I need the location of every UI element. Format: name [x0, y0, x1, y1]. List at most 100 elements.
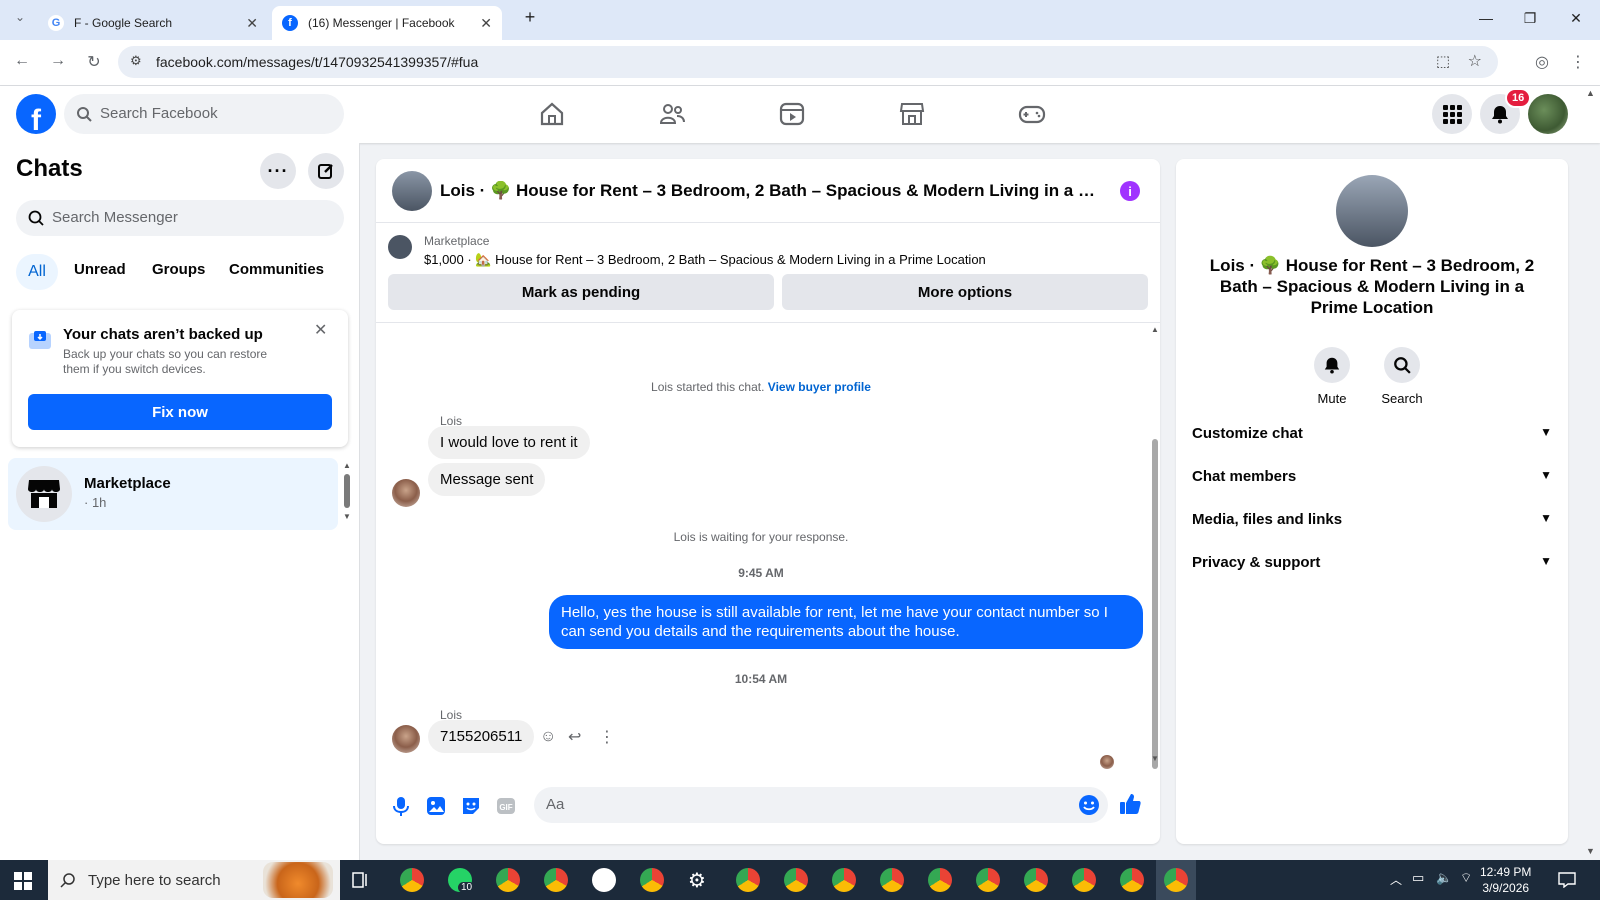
taskbar-search-input[interactable]: Type here to search: [48, 860, 340, 900]
new-message-button[interactable]: [308, 153, 344, 189]
volume-icon[interactable]: 🔈: [1436, 870, 1452, 886]
notification-center-icon[interactable]: [1558, 872, 1576, 888]
message-bubble[interactable]: Message sent: [428, 463, 546, 496]
omnibox[interactable]: ⚙ facebook.com/messages/t/14709325413993…: [118, 46, 1498, 78]
gif-icon[interactable]: GIF: [495, 795, 517, 817]
task-view-icon[interactable]: [352, 872, 370, 888]
scroll-up-icon[interactable]: ▲: [343, 461, 351, 470]
search-conversation-button[interactable]: Search: [1372, 347, 1432, 406]
minimize-icon[interactable]: —: [1476, 10, 1496, 26]
menu-grid-button[interactable]: [1432, 94, 1472, 134]
contact-large-avatar[interactable]: [1336, 175, 1408, 247]
scroll-thumb[interactable]: [1152, 439, 1158, 769]
gaming-icon[interactable]: [1018, 100, 1046, 128]
message-input[interactable]: Aa: [534, 787, 1108, 823]
chrome-app-icon[interactable]: [640, 868, 664, 892]
chrome-app-icon[interactable]: [1164, 868, 1188, 892]
marketplace-icon[interactable]: [898, 100, 926, 128]
install-app-icon[interactable]: ⬚: [1436, 52, 1450, 70]
conversation-title[interactable]: Lois · 🌳 House for Rent – 3 Bedroom, 2 B…: [440, 181, 1100, 201]
windows-start-icon[interactable]: [14, 872, 32, 890]
page-scroll-down-icon[interactable]: ▼: [1586, 846, 1595, 856]
tray-chevron-icon[interactable]: ︿: [1390, 871, 1402, 888]
section-chat-members[interactable]: Chat members ▼: [1192, 468, 1552, 485]
scroll-up-icon[interactable]: ▲: [1151, 325, 1159, 334]
new-tab-icon[interactable]: +: [520, 7, 540, 28]
close-window-icon[interactable]: ✕: [1566, 10, 1586, 27]
view-buyer-profile-link[interactable]: View buyer profile: [768, 380, 871, 394]
listing-summary[interactable]: $1,000 · 🏡 House for Rent – 3 Bedroom, 2…: [424, 252, 986, 268]
react-emoji-icon[interactable]: ☺: [540, 728, 556, 746]
chrome-app-icon[interactable]: [400, 868, 424, 892]
chat-list-item-marketplace[interactable]: Marketplace · 1h: [8, 458, 338, 530]
close-icon[interactable]: ✕: [314, 320, 327, 340]
scroll-down-icon[interactable]: ▼: [343, 512, 351, 521]
url-text[interactable]: facebook.com/messages/t/1470932541399357…: [156, 54, 478, 70]
facebook-logo-icon[interactable]: f: [16, 94, 56, 134]
restore-icon[interactable]: ❐: [1520, 10, 1540, 27]
thumbs-up-icon[interactable]: [1118, 792, 1142, 816]
close-tab-icon[interactable]: ✕: [246, 15, 258, 32]
section-customize-chat[interactable]: Customize chat ▼: [1192, 425, 1552, 442]
more-actions-icon[interactable]: ⋮: [599, 727, 615, 747]
wifi-icon[interactable]: ⌔: [1460, 870, 1472, 886]
message-bubble[interactable]: I would love to rent it: [428, 426, 590, 459]
filter-unread[interactable]: Unread: [74, 261, 126, 278]
chrome-app-icon[interactable]: [736, 868, 760, 892]
reply-icon[interactable]: ↩: [568, 727, 581, 747]
page-scroll-up-icon[interactable]: ▲: [1586, 88, 1595, 98]
reload-icon[interactable]: ↻: [84, 52, 104, 72]
contact-avatar[interactable]: [392, 171, 432, 211]
microphone-icon[interactable]: [390, 795, 412, 817]
site-info-icon[interactable]: ⚙: [130, 53, 142, 69]
filter-all[interactable]: All: [16, 254, 58, 290]
taskbar-clock[interactable]: 12:49 PM 3/9/2026: [1480, 864, 1531, 896]
settings-gear-icon[interactable]: ⚙: [688, 868, 706, 893]
friends-icon[interactable]: [658, 100, 686, 128]
chrome-app-icon[interactable]: [544, 868, 568, 892]
sticker-icon[interactable]: [460, 795, 482, 817]
outgoing-message-bubble[interactable]: Hello, yes the house is still available …: [549, 595, 1143, 649]
section-media-files-links[interactable]: Media, files and links ▼: [1192, 511, 1552, 528]
battery-icon[interactable]: ▭: [1412, 870, 1424, 886]
mute-button[interactable]: Mute: [1302, 347, 1362, 406]
sidebar-scrollbar[interactable]: ▲ ▼: [343, 461, 351, 525]
facebook-search-input[interactable]: Search Facebook: [64, 94, 344, 134]
fix-now-button[interactable]: Fix now: [28, 394, 332, 430]
more-options-button[interactable]: More options: [782, 274, 1148, 310]
photo-icon[interactable]: [425, 795, 447, 817]
close-tab-icon[interactable]: ✕: [480, 15, 492, 32]
tab-google-search[interactable]: G F - Google Search ✕: [38, 6, 268, 40]
contact-mini-avatar[interactable]: [392, 725, 420, 753]
chrome-app-icon[interactable]: [1024, 868, 1048, 892]
chrome-app-icon[interactable]: [928, 868, 952, 892]
profile-icon[interactable]: ◎: [1532, 52, 1552, 72]
chrome-app-icon[interactable]: [976, 868, 1000, 892]
message-bubble[interactable]: 7155206511: [428, 720, 535, 753]
back-icon[interactable]: ←: [12, 52, 32, 70]
forward-icon[interactable]: →: [48, 52, 68, 70]
account-avatar[interactable]: [1528, 94, 1568, 134]
chrome-app-icon[interactable]: [1072, 868, 1096, 892]
mark-as-pending-button[interactable]: Mark as pending: [388, 274, 774, 310]
contact-mini-avatar[interactable]: [392, 479, 420, 507]
chrome-app-icon[interactable]: [496, 868, 520, 892]
bookmark-star-icon[interactable]: ☆: [1468, 51, 1482, 71]
chrome-app-icon[interactable]: [1120, 868, 1144, 892]
filter-groups[interactable]: Groups: [152, 261, 205, 278]
chrome-app-icon[interactable]: [832, 868, 856, 892]
app-icon[interactable]: [592, 868, 616, 892]
video-icon[interactable]: [778, 100, 806, 128]
section-privacy-support[interactable]: Privacy & support ▼: [1192, 554, 1552, 571]
tab-messenger[interactable]: f (16) Messenger | Facebook ✕: [272, 6, 502, 40]
emoji-icon[interactable]: [1078, 794, 1100, 816]
filter-communities[interactable]: Communities: [229, 261, 324, 278]
home-icon[interactable]: [538, 100, 566, 128]
info-icon[interactable]: i: [1120, 181, 1140, 201]
browser-menu-icon[interactable]: ⋮: [1568, 52, 1588, 72]
chrome-app-icon[interactable]: [880, 868, 904, 892]
tab-search-chevron-icon[interactable]: ⌄: [10, 10, 30, 24]
chat-options-button[interactable]: ···: [260, 153, 296, 189]
chrome-app-icon[interactable]: [784, 868, 808, 892]
scroll-down-icon[interactable]: ▼: [1151, 754, 1159, 763]
